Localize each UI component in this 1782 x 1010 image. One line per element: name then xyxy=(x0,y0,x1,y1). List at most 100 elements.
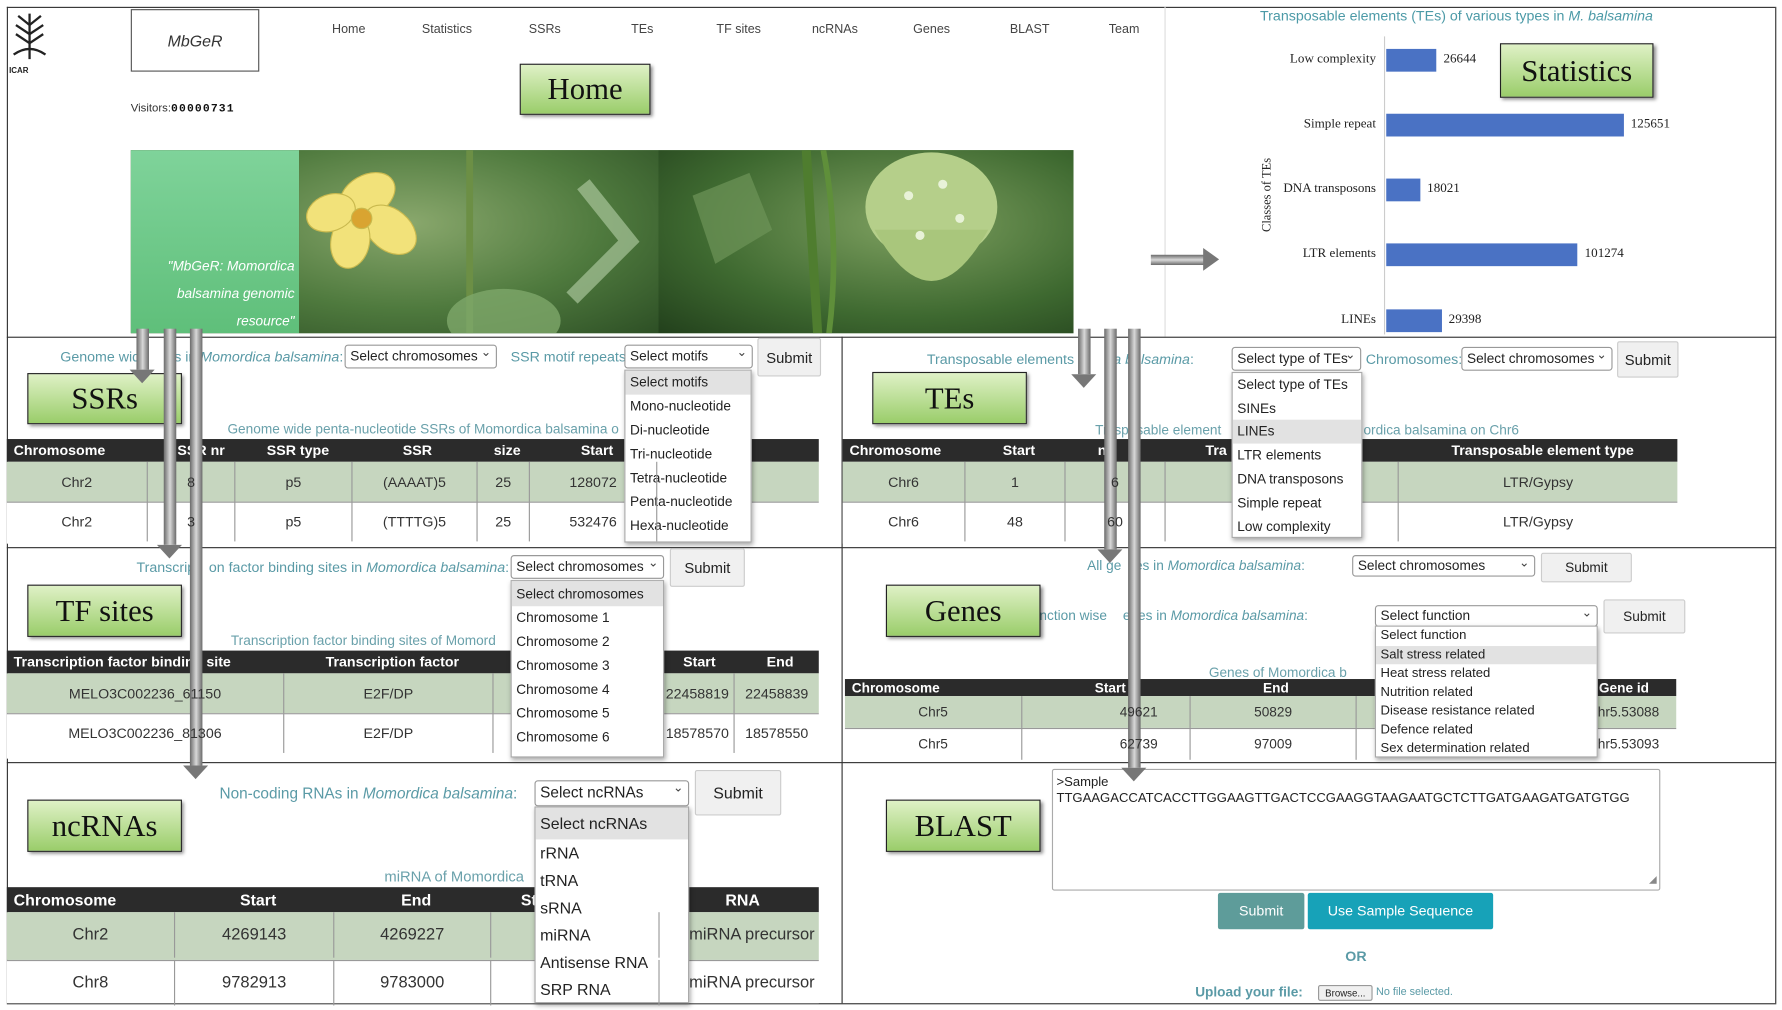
arrow-to-ssrs xyxy=(129,328,155,384)
ncrna-table-cell: 9783000 xyxy=(334,959,492,1006)
te-option[interactable]: SINEs xyxy=(1233,397,1362,420)
tf-option[interactable]: Chromosome 1 xyxy=(512,606,663,630)
nav-statistics[interactable]: Statistics xyxy=(422,23,472,37)
ncrna-table-cell: 9782913 xyxy=(175,959,335,1006)
genes-function-select[interactable]: Select function xyxy=(1374,605,1598,627)
genes-table-cell: 62739 xyxy=(1022,727,1191,760)
chart-category-label: Simple repeat xyxy=(1303,117,1377,131)
genes-submit-button[interactable]: Submit xyxy=(1540,552,1632,583)
genes-tag-label: Genes xyxy=(924,593,1002,628)
genes-table-caption: Genes of Momordica b xyxy=(1208,664,1347,681)
function-option[interactable]: Select function xyxy=(1376,627,1597,646)
te-table-cell xyxy=(1166,461,1399,502)
ssr-motif-select[interactable]: Select motifs xyxy=(624,344,753,369)
ncrna-option[interactable]: rRNA xyxy=(536,839,688,866)
tf-option[interactable]: Chromosome 5 xyxy=(512,702,663,726)
genes-table-cell: hr5.53088 xyxy=(1597,704,1660,720)
home-tag-label: Home xyxy=(547,71,623,106)
resize-handle-icon[interactable]: ◢ xyxy=(1649,871,1657,887)
ncrna-submit-button[interactable]: Submit xyxy=(694,770,782,816)
function-option[interactable]: Disease resistance related xyxy=(1376,702,1597,721)
tf-option[interactable]: Select chromosomes xyxy=(511,581,663,607)
site-logo-box[interactable]: MbGeR xyxy=(130,9,260,72)
tf-table-cell: E2F/DP xyxy=(284,673,494,714)
te-table-cell: Chr6 xyxy=(843,461,966,502)
te-chromosome-select[interactable]: Select chromosomes xyxy=(1461,346,1613,371)
tf-table-cell: 22458819 xyxy=(664,673,735,714)
tf-option[interactable]: Chromosome 4 xyxy=(512,678,663,702)
genes-function-dropdown[interactable]: Select function Salt stress related Heat… xyxy=(1374,625,1598,758)
te-option[interactable]: Select type of TEs xyxy=(1233,373,1362,397)
te-col-chromosome: Chromosome xyxy=(849,442,942,459)
ncrna-select[interactable]: Select ncRNAs xyxy=(534,780,690,807)
nav-ssrs[interactable]: SSRs xyxy=(529,23,561,37)
genes-function-label: nction wise enes in Momordica balsamina: xyxy=(1039,607,1308,624)
ssr-col-type: SSR type xyxy=(266,442,330,459)
motif-option[interactable]: Select motifs xyxy=(625,370,751,395)
ncrna-col-chromosome: Chromosome xyxy=(13,890,117,909)
tf-chromosome-dropdown[interactable]: Select chromosomes Chromosome 1 Chromoso… xyxy=(510,580,665,758)
blast-submit-button[interactable]: Submit xyxy=(1217,892,1305,930)
blast-sequence-header: >Sample xyxy=(1056,775,1109,790)
tf-submit-button[interactable]: Submit xyxy=(669,548,745,587)
genes-chromosome-select[interactable]: Select chromosomes xyxy=(1352,555,1536,577)
browse-button[interactable]: Browse... xyxy=(1318,984,1373,1001)
ncrna-option[interactable]: tRNA xyxy=(536,867,688,894)
nav-home[interactable]: Home xyxy=(332,23,365,37)
tf-option[interactable]: Chromosome 2 xyxy=(512,630,663,654)
ssr-submit-button[interactable]: Submit xyxy=(757,337,822,377)
flower-photo xyxy=(299,150,659,334)
tf-sites-tag: TF sites xyxy=(27,584,182,637)
nav-team[interactable]: Team xyxy=(1109,23,1140,37)
ssr-chromosome-select[interactable]: Select chromosomes xyxy=(344,344,497,369)
use-sample-sequence-button[interactable]: Use Sample Sequence xyxy=(1307,892,1494,930)
banner-quote: "MbGeR: Momordica balsamina genomic reso… xyxy=(167,258,295,329)
function-option[interactable]: Nutrition related xyxy=(1376,683,1597,702)
function-option[interactable]: Heat stress related xyxy=(1376,664,1597,683)
tf-chromosome-select[interactable]: Select chromosomes xyxy=(510,555,665,579)
te-option[interactable]: LINEs xyxy=(1232,419,1362,444)
blast-sequence-textarea[interactable]: >Sample TTGAAGACCATCACCTTGGAAGTTGACTCCGA… xyxy=(1051,768,1661,891)
function-option[interactable]: Defence related xyxy=(1376,721,1597,740)
tf-option[interactable]: Chromosome 3 xyxy=(512,654,663,678)
nav-tes[interactable]: TEs xyxy=(631,23,653,37)
ssr-table-cell: 3 xyxy=(148,501,236,542)
tf-table-cell: 18578550 xyxy=(745,725,809,742)
ncrna-filter-label: Non-coding RNAs in Momordica balsamina: xyxy=(219,784,518,802)
tf-table-cell: 22458839 xyxy=(745,685,809,702)
te-table-cell xyxy=(1166,501,1399,542)
logo-text: ICAR xyxy=(9,67,29,76)
motif-option[interactable]: Mono-nucleotide xyxy=(625,395,750,419)
ncrna-table-cell: 4269143 xyxy=(175,912,335,958)
nav-genes[interactable]: Genes xyxy=(913,23,950,37)
ncrna-table-cell xyxy=(491,912,660,958)
te-table-cell: 6 xyxy=(1066,461,1166,502)
statistics-tag-label: Statistics xyxy=(1521,52,1633,88)
genes-function-submit-button[interactable]: Submit xyxy=(1603,599,1686,634)
te-submit-button[interactable]: Submit xyxy=(1617,341,1679,378)
tf-sites-tag-label: TF sites xyxy=(55,593,154,628)
ncrna-option[interactable]: Select ncRNAs xyxy=(535,807,689,840)
function-option[interactable]: Sex determination related xyxy=(1376,739,1597,758)
figure-composite: ICAR MbGeR Home Statistics SSRs TEs TF s… xyxy=(0,0,1782,1010)
nav-tf-sites[interactable]: TF sites xyxy=(716,23,760,37)
nav-blast[interactable]: BLAST xyxy=(1010,23,1050,37)
motif-option[interactable]: Di-nucleotide xyxy=(625,419,750,443)
ncrna-col-end: End xyxy=(401,890,432,909)
chart-title-species: M. balsamina xyxy=(1568,7,1653,24)
visitors-count: 00000731 xyxy=(171,103,235,117)
chart-title: Transposable elements (TEs) of various t… xyxy=(1260,8,1653,24)
te-type-select[interactable]: Select type of TEs xyxy=(1231,346,1362,371)
tf-col-start: Start xyxy=(683,654,716,670)
home-tag: Home xyxy=(519,63,651,115)
ssr-table-cell: 8 xyxy=(148,461,236,502)
ncrna-table-cell: Chr2 xyxy=(7,912,176,958)
function-option[interactable]: Salt stress related xyxy=(1376,645,1597,665)
tes-tag: TEs xyxy=(872,371,1027,425)
nav-ncrnas[interactable]: ncRNAs xyxy=(812,23,858,37)
tf-option[interactable]: Chromosome 6 xyxy=(512,726,663,750)
genes-col-gene-id: Gene id xyxy=(1598,679,1649,696)
icar-logo[interactable]: ICAR xyxy=(9,9,50,75)
te-col-start: Start xyxy=(1002,442,1036,459)
fruit-illustration xyxy=(692,150,998,334)
